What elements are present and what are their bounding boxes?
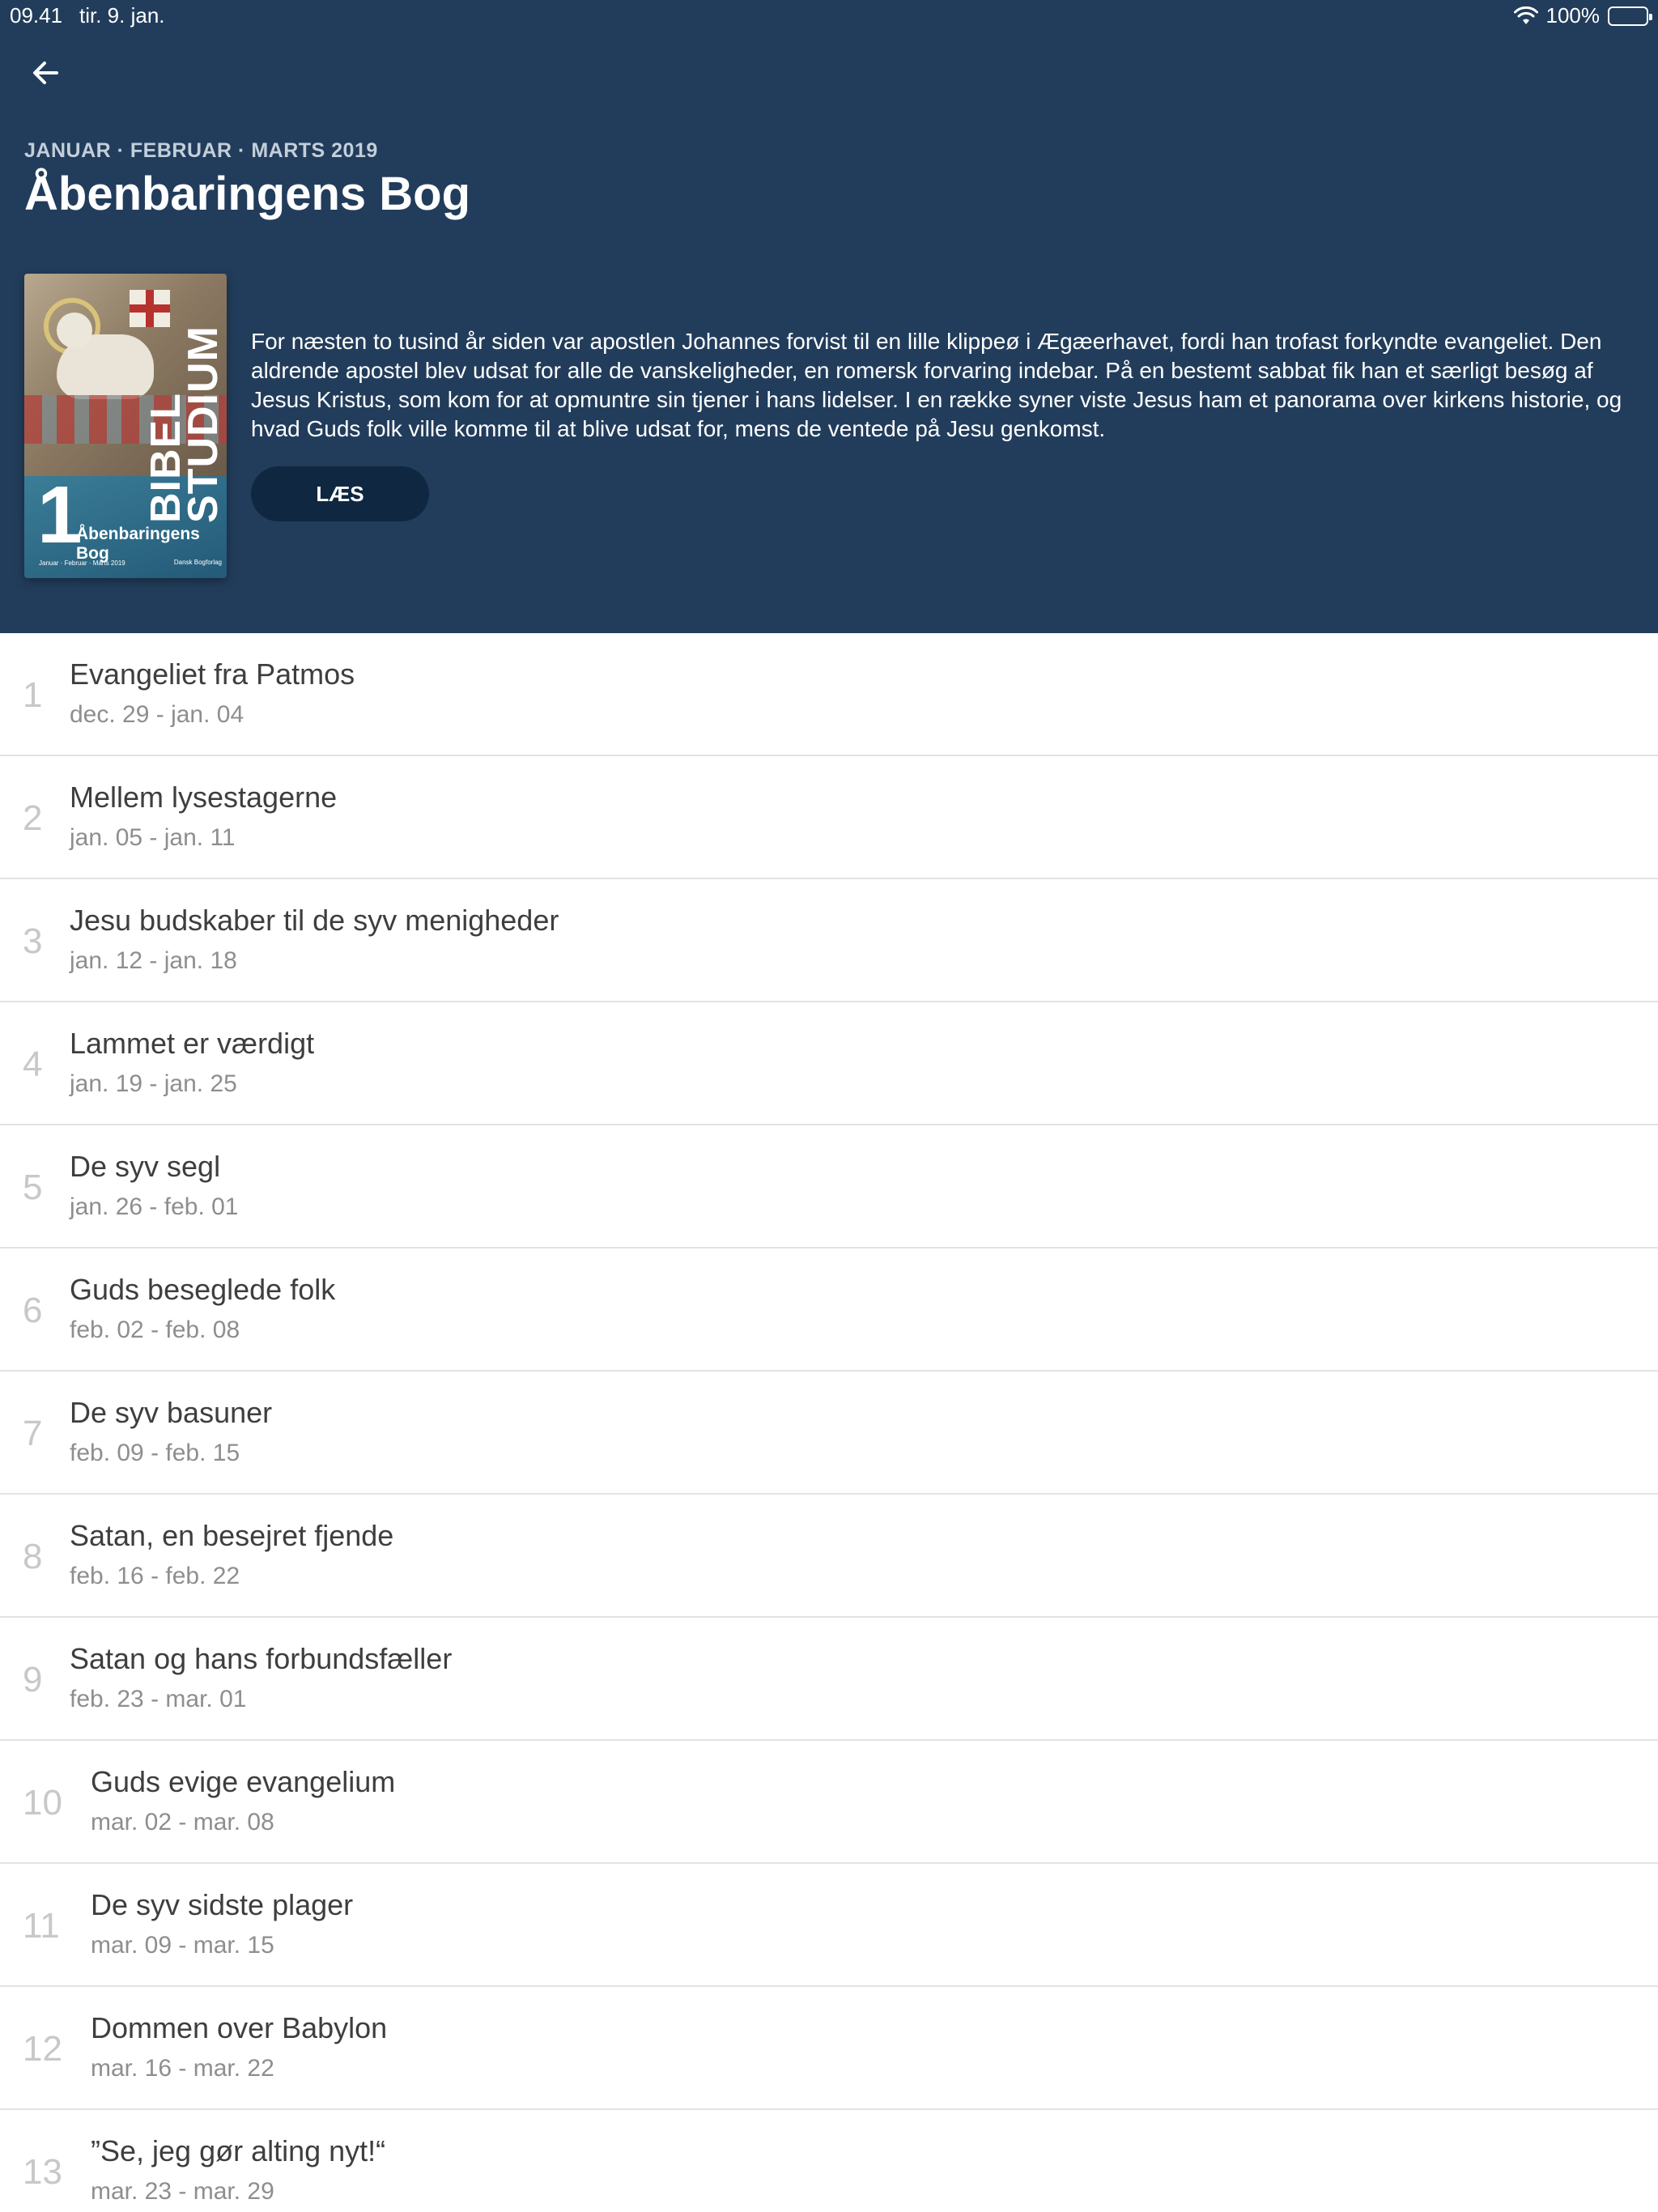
lesson-number: 5 [23,1168,43,1207]
lesson-dates: feb. 23 - mar. 01 [70,1686,247,1712]
cover-logo: Dansk Bogforlag [173,559,222,566]
lesson-row[interactable]: 12 Dommen over Babylon mar. 16 - mar. 22 [0,1987,1658,2110]
lesson-title: De syv sidste plager [91,1888,354,1921]
lesson-dates: mar. 16 - mar. 22 [91,2055,274,2082]
lesson-dates: jan. 12 - jan. 18 [70,947,237,974]
lesson-number: 2 [23,798,43,838]
lesson-row[interactable]: 9 Satan og hans forbundsfæller feb. 23 - m… [0,1618,1658,1741]
lesson-dates: mar. 02 - mar. 08 [91,1809,274,1836]
lesson-title: Guds beseglede folk [70,1273,336,1306]
lesson-number: 1 [23,675,43,715]
lesson-title: Evangeliet fra Patmos [70,657,355,691]
lesson-title: Satan, en besejret fjende [70,1519,394,1552]
lesson-title: De syv segl [70,1150,221,1183]
lesson-row[interactable]: 11 De syv sidste plager mar. 09 - mar. 15 [0,1864,1658,1987]
arrow-left-icon [33,62,58,84]
lesson-row[interactable]: 13 ”Se, jeg gør alting nyt!“ mar. 23 - mar… [0,2110,1658,2212]
lesson-row[interactable]: 7 De syv basuner feb. 09 - feb. 15 [0,1372,1658,1495]
lesson-number: 11 [23,1906,60,1946]
lesson-row[interactable]: 2 Mellem lysestagerne jan. 05 - jan. 11 [0,756,1658,879]
lesson-row[interactable]: 6 Guds beseglede folk feb. 02 - feb. 08 [0,1249,1658,1372]
status-date: tir. 9. jan. [79,3,165,28]
battery-icon [1608,6,1652,26]
lesson-number: 12 [23,2029,62,2069]
lesson-dates: jan. 05 - jan. 11 [70,824,236,851]
quarter-description: For næsten to tusind år siden var apostl… [251,329,1622,441]
lesson-title: ”Se, jeg gør alting nyt!“ [91,2134,386,2167]
read-button[interactable]: LÆS [251,466,429,521]
cover-subtitle: Åbenbaringens Bog [76,525,200,563]
lesson-number: 3 [23,921,43,961]
lesson-number: 9 [23,1660,43,1699]
status-time: 09.41 [10,3,63,28]
back-button[interactable] [23,50,68,96]
lesson-dates: mar. 09 - mar. 15 [91,1932,274,1959]
page-title: Åbenbaringens Bog [24,168,471,220]
lesson-number: 6 [23,1291,43,1330]
lesson-dates: mar. 23 - mar. 29 [91,2178,274,2205]
lesson-dates: feb. 09 - feb. 15 [70,1440,240,1466]
lesson-dates: jan. 26 - feb. 01 [70,1193,239,1220]
lesson-title: Satan og hans forbundsfæller [70,1642,453,1675]
lesson-row[interactable]: 8 Satan, en besejret fjende feb. 16 - feb.… [0,1495,1658,1618]
lesson-row[interactable]: 4 Lammet er værdigt jan. 19 - jan. 25 [0,1002,1658,1125]
cover-vertical-title: BIBEL STUDIUM [142,325,227,523]
lesson-title: Lammet er værdigt [70,1027,315,1060]
lesson-title: De syv basuner [70,1396,273,1429]
lesson-dates: jan. 19 - jan. 25 [70,1070,237,1097]
cover-footer: Januar · Februar · Marts 2019 [39,559,125,567]
lesson-number: 4 [23,1044,43,1084]
battery-percent: 100% [1545,3,1601,28]
lesson-number: 8 [23,1537,43,1576]
lesson-number: 10 [23,1783,62,1823]
lesson-row[interactable]: 1 Evangeliet fra Patmos dec. 29 - jan. 04 [0,633,1658,756]
lesson-row[interactable]: 10 Guds evige evangelium mar. 02 - mar. 08 [0,1741,1658,1864]
lesson-title: Jesu budskaber til de syv menigheder [70,904,559,937]
lesson-list: 1 Evangeliet fra Patmos dec. 29 - jan. 04 2… [0,633,1658,2212]
lesson-row[interactable]: 5 De syv segl jan. 26 - feb. 01 [0,1125,1658,1249]
wifi-icon [1513,6,1538,26]
cover-image: BIBEL STUDIUM 1 Åbenbaringens Bog Januar… [24,274,227,578]
lesson-dates: dec. 29 - jan. 04 [70,701,244,728]
lesson-title: Dommen over Babylon [91,2011,388,2044]
lesson-dates: feb. 16 - feb. 22 [70,1563,240,1589]
lesson-number: 13 [23,2152,62,2192]
lesson-number: 7 [23,1414,43,1453]
lesson-title: Mellem lysestagerne [70,781,338,814]
lesson-dates: feb. 02 - feb. 08 [70,1317,240,1343]
status-bar: 09.41 tir. 9. jan. 100% [0,0,1658,32]
lesson-header: 09.41 tir. 9. jan. 100% JANUAR · FEBRUAR… [0,0,1658,633]
quarter-label: JANUAR · FEBRUAR · MARTS 2019 [24,139,378,162]
status-indicators: 100% [1513,3,1652,28]
lesson-row[interactable]: 3 Jesu budskaber til de syv menigheder jan… [0,879,1658,1002]
lesson-title: Guds evige evangelium [91,1765,396,1798]
